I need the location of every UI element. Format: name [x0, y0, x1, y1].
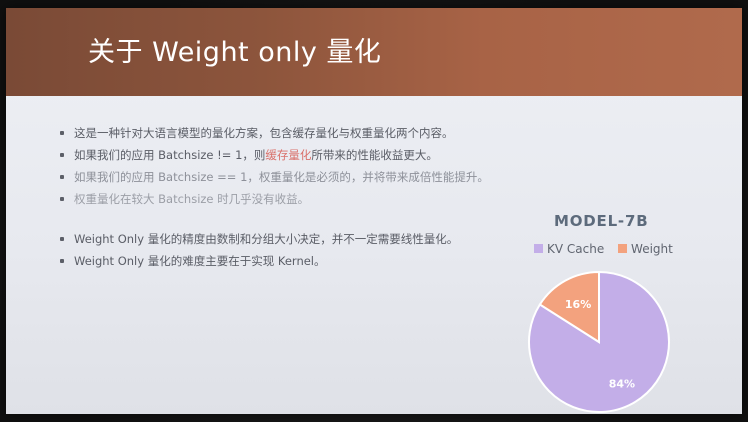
slide-title: 关于 Weight only 量化: [88, 37, 382, 68]
projection-screen: 关于 Weight only 量化 这是一种针对大语言模型的量化方案，包含缓存量…: [0, 0, 748, 422]
legend-swatch: [534, 244, 543, 253]
bullet-text: 如果我们的应用 Batchsize == 1，权重量化是必须的，并将带来成倍性能…: [74, 170, 489, 184]
pie-data-label: 16%: [565, 298, 591, 311]
bullet-text: 这是一种针对大语言模型的量化方案，包含缓存量化与权重量化两个内容。: [74, 126, 454, 140]
bullet-item: 这是一种针对大语言模型的量化方案，包含缓存量化与权重量化两个内容。: [60, 122, 620, 144]
legend-label: KV Cache: [547, 242, 605, 256]
bullet-text: Weight Only 量化的难度主要在于实现 Kernel。: [74, 254, 326, 268]
bullet-text: 如果我们的应用 Batchsize != 1，则: [74, 148, 266, 162]
legend-label: Weight: [631, 242, 673, 256]
legend-item-kv-cache: KV Cache: [534, 242, 604, 256]
chart-legend: KV Cache Weight: [534, 242, 683, 256]
pie-data-label: 84%: [609, 378, 635, 391]
bullet-gap: [60, 210, 620, 228]
highlight-text: 缓存量化: [265, 148, 312, 162]
pie-chart: 84% 16%: [528, 270, 670, 413]
bullet-item: 如果我们的应用 Batchsize != 1，则缓存量化所带来的性能收益更大。: [60, 144, 620, 166]
bullet-text: Weight Only 量化的精度由数制和分组大小决定，并不一定需要线性量化。: [74, 232, 459, 246]
chart-title: MODEL-7B: [554, 212, 649, 230]
bullet-item: 如果我们的应用 Batchsize == 1，权重量化是必须的，并将带来成倍性能…: [60, 166, 620, 188]
presentation-slide: 关于 Weight only 量化 这是一种针对大语言模型的量化方案，包含缓存量…: [6, 8, 742, 414]
bullet-text: 所带来的性能收益更大。: [311, 148, 438, 162]
title-bar: 关于 Weight only 量化: [6, 8, 742, 96]
bullet-item: 权重量化在较大 Batchsize 时几乎没有收益。: [60, 188, 620, 210]
legend-swatch: [618, 244, 628, 253]
legend-item-weight: Weight: [618, 242, 673, 256]
bullet-text: 权重量化在较大 Batchsize 时几乎没有收益。: [74, 192, 310, 206]
